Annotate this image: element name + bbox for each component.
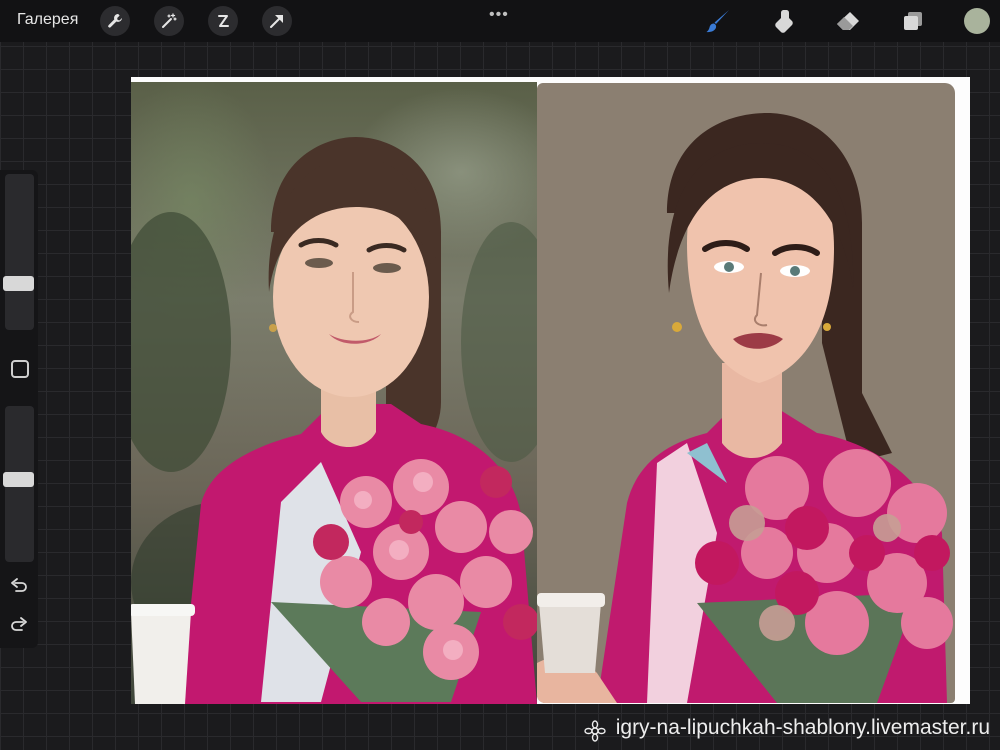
reference-photo [131, 82, 537, 704]
smudge-icon[interactable] [770, 7, 798, 35]
opacity-thumb[interactable] [3, 472, 34, 487]
watermark-flower-icon [584, 720, 606, 742]
digital-painting [537, 83, 955, 703]
top-toolbar: Галерея ••• [0, 0, 1000, 42]
modify-square-button[interactable] [11, 360, 29, 378]
transform-arrow-icon[interactable] [262, 6, 292, 36]
undo-icon[interactable] [9, 578, 29, 596]
eraser-icon[interactable] [834, 7, 862, 35]
brush-size-thumb[interactable] [3, 276, 34, 291]
magic-wand-icon[interactable] [154, 6, 184, 36]
brush-icon[interactable] [704, 7, 732, 35]
redo-icon[interactable] [9, 617, 29, 635]
watermark-text: igry-na-lipuchkah-shablony.livemaster.ru [615, 716, 990, 739]
brush-size-slider[interactable] [5, 174, 34, 330]
more-menu-icon[interactable]: ••• [489, 6, 509, 24]
wrench-icon[interactable] [100, 6, 130, 36]
color-picker-swatch[interactable] [964, 8, 990, 34]
left-sidebar [0, 170, 38, 648]
selection-s-icon[interactable] [208, 6, 238, 36]
layers-icon[interactable] [899, 7, 927, 35]
drawing-canvas[interactable] [131, 77, 970, 704]
gallery-button[interactable]: Галерея [17, 11, 78, 29]
